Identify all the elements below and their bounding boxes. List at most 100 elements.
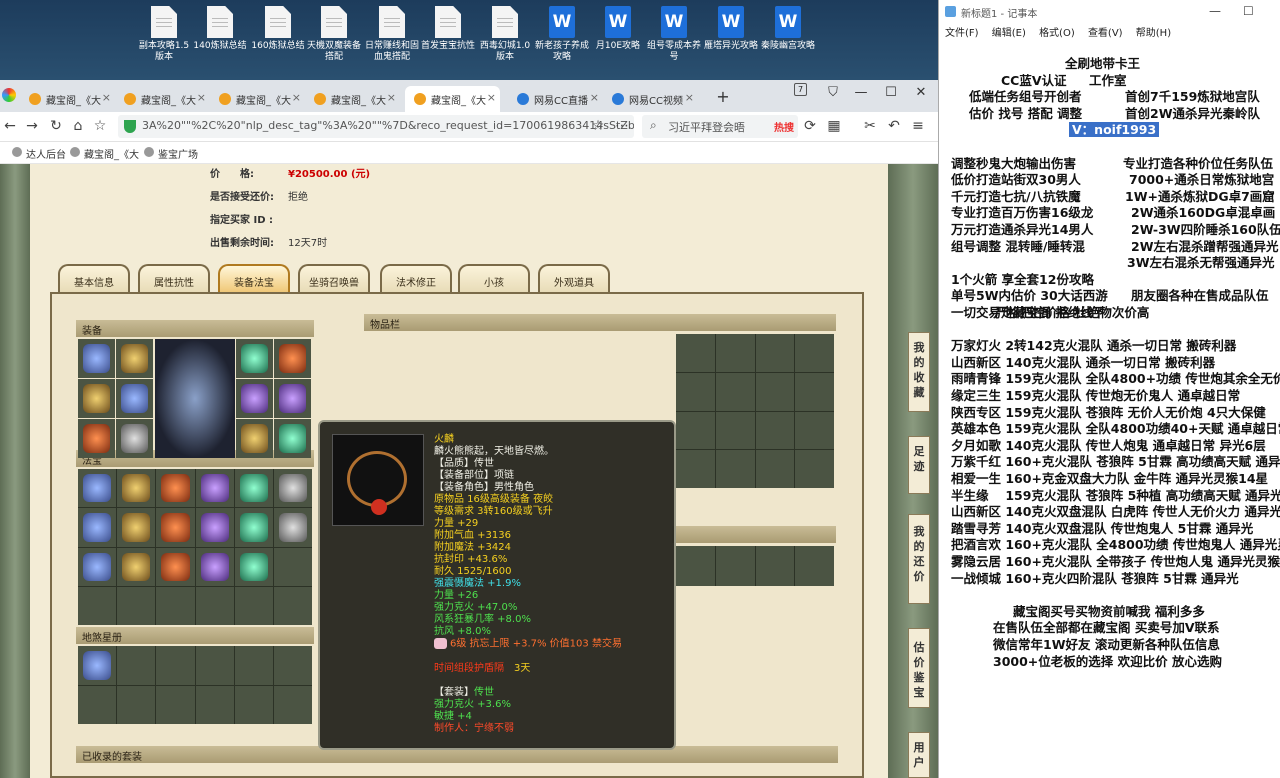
- magic-slot[interactable]: [78, 508, 117, 547]
- desktop-icon[interactable]: W 雁塔异光攻略: [703, 6, 759, 52]
- back-icon[interactable]: ←: [0, 118, 20, 134]
- secret-slot[interactable]: [195, 685, 234, 724]
- browser-tab[interactable]: 藏宝阁_《大 ×: [210, 86, 305, 112]
- browser-tab[interactable]: 网易CC视频 ×: [603, 86, 698, 112]
- inventory-slot[interactable]: [676, 546, 715, 586]
- maximize-button[interactable]: ☐: [1243, 4, 1254, 18]
- shirt-icon[interactable]: ⛉: [822, 85, 844, 100]
- hot-search-badge[interactable]: 热搜: [774, 119, 794, 134]
- magic-slot[interactable]: [117, 547, 156, 586]
- game-tab[interactable]: 基本信息: [58, 264, 130, 292]
- browser-tab[interactable]: 网易CC直播 ×: [508, 86, 603, 112]
- magic-slot[interactable]: [234, 586, 273, 625]
- inventory-slot[interactable]: [676, 411, 715, 450]
- magic-slot[interactable]: [156, 547, 195, 586]
- inventory-slot[interactable]: [755, 546, 795, 586]
- reload-icon[interactable]: ↻: [46, 118, 66, 134]
- scissors-icon[interactable]: ✂: [860, 118, 880, 134]
- desktop-icon[interactable]: 西毒幻城1.0版本: [477, 6, 533, 63]
- close-window-button[interactable]: ✕: [910, 85, 932, 100]
- magic-slot[interactable]: [273, 586, 312, 625]
- browser-tab[interactable]: 藏宝阁_《大 ×: [405, 86, 500, 112]
- inventory-slot[interactable]: [715, 372, 755, 411]
- game-tab[interactable]: 坐骑召唤兽: [298, 264, 370, 292]
- game-tab[interactable]: 法术修正: [380, 264, 452, 292]
- magic-slot[interactable]: [273, 547, 312, 586]
- desktop-icon[interactable]: W 新老孩子养成攻略: [534, 6, 590, 63]
- magic-slot[interactable]: [234, 508, 273, 547]
- inventory-slot[interactable]: [715, 334, 755, 372]
- home-icon[interactable]: ⌂: [68, 118, 88, 134]
- browser-tab[interactable]: 藏宝阁_《大 ×: [20, 86, 115, 112]
- secret-slot[interactable]: [156, 685, 195, 724]
- desktop-icon[interactable]: 副本攻略1.5版本: [136, 6, 192, 63]
- menu-file[interactable]: 文件(F): [945, 28, 979, 39]
- inventory-slot[interactable]: [715, 450, 755, 488]
- menu-help[interactable]: 帮助(H): [1136, 28, 1171, 39]
- inventory-slot[interactable]: [755, 334, 795, 372]
- new-tab-button[interactable]: +: [712, 87, 734, 106]
- close-tab-icon[interactable]: ×: [292, 91, 301, 104]
- magic-slot[interactable]: [78, 586, 117, 625]
- inventory-slot[interactable]: [755, 411, 795, 450]
- close-tab-icon[interactable]: ×: [197, 91, 206, 104]
- magic-slot[interactable]: [156, 469, 195, 508]
- magic-slot[interactable]: [195, 508, 234, 547]
- minimize-button[interactable]: —: [850, 85, 872, 100]
- equipment-slot[interactable]: [236, 419, 273, 458]
- inventory-slot[interactable]: [795, 411, 834, 450]
- equipment-slot[interactable]: [274, 339, 311, 378]
- bookmark-item[interactable]: 鉴宝广场: [144, 146, 198, 161]
- inventory-slot[interactable]: [676, 450, 715, 488]
- inventory-slot[interactable]: [676, 372, 715, 411]
- magic-slot[interactable]: [195, 469, 234, 508]
- inventory-slot[interactable]: [795, 372, 834, 411]
- bookmark-star-icon[interactable]: ☆: [588, 118, 608, 134]
- magic-slot[interactable]: [156, 508, 195, 547]
- magic-slot[interactable]: [156, 586, 195, 625]
- equipment-slot[interactable]: [116, 419, 153, 458]
- inventory-slot[interactable]: [715, 411, 755, 450]
- secret-slot[interactable]: [234, 685, 273, 724]
- menu-icon[interactable]: ≡: [908, 118, 928, 134]
- browser-tab[interactable]: 藏宝阁_《大 ×: [305, 86, 400, 112]
- maximize-button[interactable]: ☐: [880, 85, 902, 100]
- inventory-slot[interactable]: [795, 546, 834, 586]
- equipment-slot[interactable]: [236, 339, 273, 378]
- desktop-icon[interactable]: W 秦陵幽宫攻略: [760, 6, 816, 52]
- close-tab-icon[interactable]: ×: [590, 91, 599, 104]
- magic-slot[interactable]: [234, 469, 273, 508]
- equipment-slot[interactable]: [116, 339, 153, 378]
- tab-count-badge[interactable]: 7: [794, 83, 807, 96]
- inventory-slot[interactable]: [676, 334, 715, 372]
- inventory-slot[interactable]: [755, 372, 795, 411]
- menu-edit[interactable]: 编辑(E): [992, 28, 1026, 39]
- equipment-slot[interactable]: [274, 419, 311, 458]
- desktop-icon[interactable]: 160炼狱总结: [250, 6, 306, 52]
- close-tab-icon[interactable]: ×: [487, 91, 496, 104]
- game-tab[interactable]: 外观道具: [538, 264, 610, 292]
- minimize-button[interactable]: —: [1209, 4, 1221, 18]
- desktop-icon[interactable]: 日常赚线和固血鬼搭配: [364, 6, 420, 63]
- bookmark-item[interactable]: 达人后台: [12, 146, 66, 161]
- inventory-slot[interactable]: [755, 450, 795, 488]
- more-icon[interactable]: ⋯: [612, 118, 632, 134]
- equipment-slot[interactable]: [274, 379, 311, 418]
- inventory-slot[interactable]: [715, 546, 755, 586]
- grid-icon[interactable]: ▦: [824, 118, 844, 134]
- magic-slot[interactable]: [234, 547, 273, 586]
- menu-view[interactable]: 查看(V): [1088, 28, 1123, 39]
- equipment-slot[interactable]: [78, 339, 115, 378]
- secret-slot[interactable]: [78, 685, 117, 724]
- magic-slot[interactable]: [78, 469, 117, 508]
- close-tab-icon[interactable]: ×: [102, 91, 111, 104]
- magic-slot[interactable]: [273, 508, 312, 547]
- equipment-slot[interactable]: [78, 419, 115, 458]
- forward-icon[interactable]: →: [22, 118, 42, 134]
- desktop-icon[interactable]: 天機双魔装备搭配: [306, 6, 362, 63]
- magic-slot[interactable]: [117, 508, 156, 547]
- game-tab[interactable]: 小孩: [458, 264, 530, 292]
- address-bar[interactable]: 3A%20""%2C%20"nlp_desc_tag"%3A%20""%7D&r…: [118, 115, 634, 138]
- bookmark-item[interactable]: 藏宝阁_《大: [70, 146, 139, 161]
- secret-slot[interactable]: [117, 646, 156, 685]
